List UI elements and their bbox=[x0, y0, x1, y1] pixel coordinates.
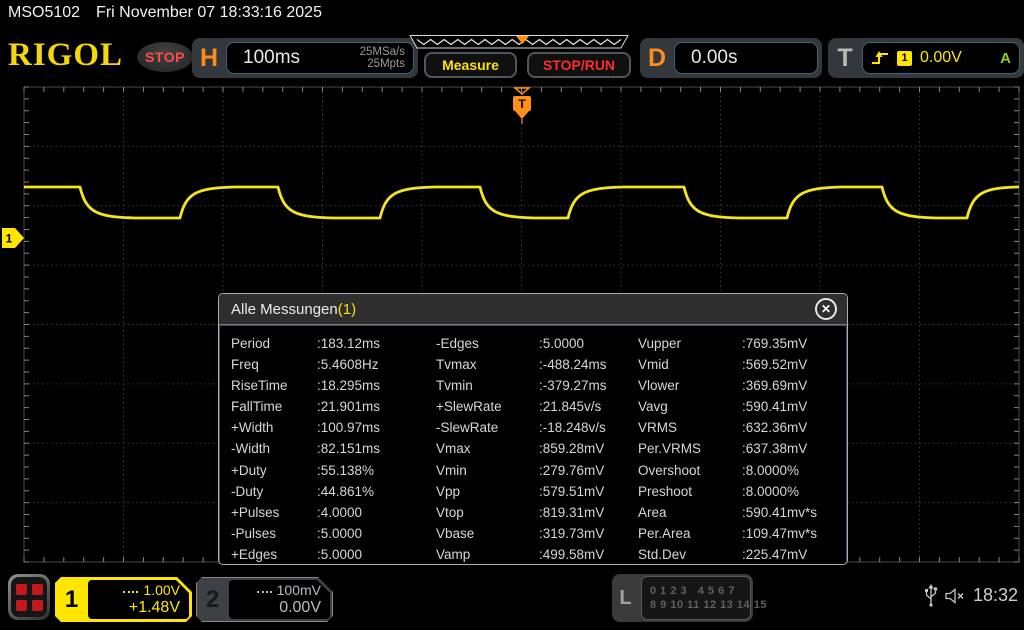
measure-label: +Width bbox=[231, 418, 317, 439]
measure-value: :-18.248v/s bbox=[539, 418, 638, 439]
measure-label: Area bbox=[638, 503, 742, 524]
measure-value: :569.52mV bbox=[742, 355, 847, 376]
measure-value: :18.295ms bbox=[317, 376, 436, 397]
rigol-logo: RIGOL bbox=[8, 38, 123, 72]
measure-value: :499.58mV bbox=[539, 545, 638, 565]
oscilloscope-screen: MSO5102 Fri November 07 18:33:16 2025 T1… bbox=[0, 0, 1024, 630]
measure-value: :319.73mV bbox=[539, 524, 638, 545]
measure-label: -Duty bbox=[231, 482, 317, 503]
svg-text:1: 1 bbox=[6, 232, 13, 246]
measure-value: :8.0000% bbox=[742, 461, 847, 482]
measure-value: :55.138% bbox=[317, 461, 436, 482]
measure-label: Vmax bbox=[436, 439, 539, 460]
measure-value: :632.36mV bbox=[742, 418, 847, 439]
measure-label: +Duty bbox=[231, 461, 317, 482]
measure-value: :5.4608Hz bbox=[317, 355, 436, 376]
measure-value: :-488.24ms bbox=[539, 355, 638, 376]
measure-value: :4.0000 bbox=[317, 503, 436, 524]
measure-value: :590.41mV bbox=[742, 397, 847, 418]
trigger-settings-box[interactable]: 1 0.00V A bbox=[862, 42, 1020, 74]
acquisition-info: 25MSa/s 25Mpts bbox=[360, 46, 405, 71]
measure-label: -Width bbox=[231, 439, 317, 460]
delay-settings-box[interactable]: 0.00s bbox=[674, 42, 818, 74]
measure-label: Std.Dev bbox=[638, 545, 742, 565]
measure-value: :21.845v/s bbox=[539, 397, 638, 418]
measure-value: :5.0000 bbox=[317, 545, 436, 565]
horizontal-settings-box[interactable]: 100ms 25MSa/s 25Mpts bbox=[226, 42, 414, 74]
measure-label: Tvmin bbox=[436, 376, 539, 397]
memory-depth: 25Mpts bbox=[360, 58, 405, 71]
measure-value: :44.861% bbox=[317, 482, 436, 503]
measure-value: :225.47mV bbox=[742, 545, 847, 565]
measure-label: Vamp bbox=[436, 545, 539, 565]
measure-label: RiseTime bbox=[231, 376, 317, 397]
measure-label: Freq bbox=[231, 355, 317, 376]
measure-value: :183.12ms bbox=[317, 334, 436, 355]
measure-label: Vmid bbox=[638, 355, 742, 376]
measure-label: +Pulses bbox=[231, 503, 317, 524]
waveform-overview-icon bbox=[408, 35, 630, 49]
measure-label: +Edges bbox=[231, 545, 317, 565]
measure-value: :590.41mv*s bbox=[742, 503, 847, 524]
timebase-value: 100ms bbox=[243, 47, 300, 69]
measure-label: Vmin bbox=[436, 461, 539, 482]
run-state-label: STOP bbox=[145, 49, 185, 65]
measure-value: :-379.27ms bbox=[539, 376, 638, 397]
measure-label: VRMS bbox=[638, 418, 742, 439]
measure-label: Overshoot bbox=[638, 461, 742, 482]
svg-text:T: T bbox=[518, 97, 526, 111]
delay-value: 0.00s bbox=[691, 47, 737, 69]
measure-label: Vtop bbox=[436, 503, 539, 524]
trigger-source-badge: 1 bbox=[897, 51, 912, 66]
trigger-level-value: 0.00V bbox=[920, 49, 962, 67]
measure-label: -Pulses bbox=[231, 524, 317, 545]
measure-value: :100.97ms bbox=[317, 418, 436, 439]
measure-label: Per.Area bbox=[638, 524, 742, 545]
measure-label: -Edges bbox=[436, 334, 539, 355]
measure-label: +SlewRate bbox=[436, 397, 539, 418]
measurements-panel-title: Alle Messungen bbox=[231, 301, 338, 318]
delay-panel[interactable]: D 0.00s bbox=[640, 38, 822, 78]
measure-label: Vbase bbox=[436, 524, 539, 545]
trigger-mode-auto: A bbox=[1000, 50, 1011, 67]
measure-label: Vavg bbox=[638, 397, 742, 418]
measure-value: :279.76mV bbox=[539, 461, 638, 482]
measure-value: :769.35mV bbox=[742, 334, 847, 355]
all-measurements-panel: Alle Messungen(1) ✕ Period:183.12ms-Edge… bbox=[218, 293, 848, 565]
horizontal-label: H bbox=[192, 44, 226, 73]
horizontal-panel[interactable]: H 100ms 25MSa/s 25Mpts bbox=[192, 38, 418, 78]
close-icon[interactable]: ✕ bbox=[815, 298, 837, 320]
measurements-count: (1) bbox=[338, 301, 356, 318]
measure-label: Vupper bbox=[638, 334, 742, 355]
measure-value: :819.31mV bbox=[539, 503, 638, 524]
measure-value: :859.28mV bbox=[539, 439, 638, 460]
measure-value: :82.151ms bbox=[317, 439, 436, 460]
trigger-panel[interactable]: T 1 0.00V A bbox=[828, 38, 1024, 78]
measure-value: :5.0000 bbox=[317, 524, 436, 545]
delay-label: D bbox=[640, 44, 674, 73]
measure-label: Tvmax bbox=[436, 355, 539, 376]
measure-value: :5.0000 bbox=[539, 334, 638, 355]
measure-value: :637.38mV bbox=[742, 439, 847, 460]
measure-label: Vlower bbox=[638, 376, 742, 397]
measure-label: FallTime bbox=[231, 397, 317, 418]
measure-value: :369.69mV bbox=[742, 376, 847, 397]
rising-edge-icon bbox=[871, 50, 889, 66]
measure-label: -SlewRate bbox=[436, 418, 539, 439]
sample-rate: 25MSa/s bbox=[360, 46, 405, 59]
measure-table: Period:183.12ms-Edges:5.0000Vupper:769.3… bbox=[219, 325, 847, 565]
measure-label: Period bbox=[231, 334, 317, 355]
run-state-indicator: STOP bbox=[137, 42, 193, 72]
measure-value: :8.0000% bbox=[742, 482, 847, 503]
measure-value: :21.901ms bbox=[317, 397, 436, 418]
measure-value: :109.47mv*s bbox=[742, 524, 847, 545]
measure-label: Per.VRMS bbox=[638, 439, 742, 460]
horizontal-position-bar[interactable] bbox=[408, 35, 630, 49]
measure-value: :579.51mV bbox=[539, 482, 638, 503]
measure-label: Vpp bbox=[436, 482, 539, 503]
measure-label: Preshoot bbox=[638, 482, 742, 503]
measurements-panel-titlebar[interactable]: Alle Messungen(1) ✕ bbox=[219, 294, 847, 325]
trigger-label: T bbox=[828, 44, 862, 73]
